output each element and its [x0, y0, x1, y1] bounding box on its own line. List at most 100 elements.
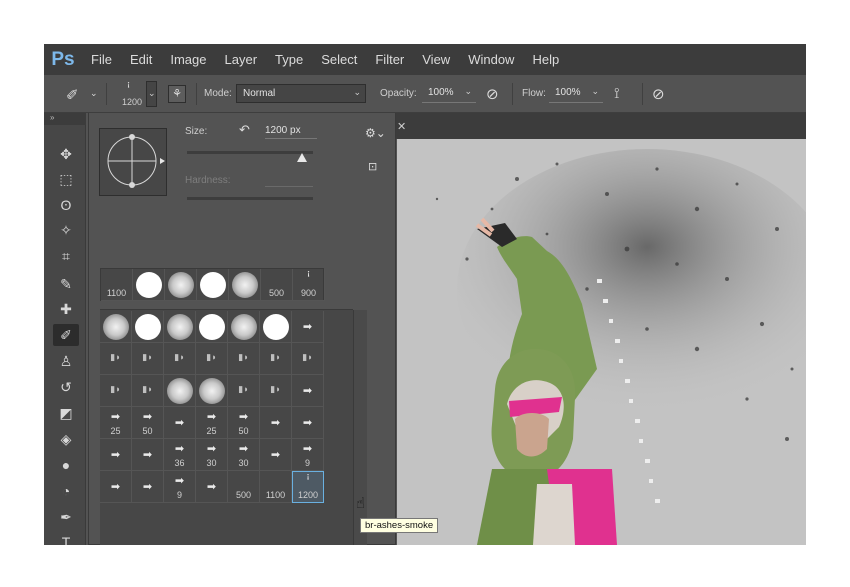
magic-wand-tool[interactable]: ✧: [53, 219, 79, 241]
recent-brush-4[interactable]: [229, 269, 261, 301]
move-tool[interactable]: ✥: [53, 143, 79, 165]
brush-preset-r3-c6[interactable]: ➡: [292, 407, 324, 439]
brush-preset-r2-c0[interactable]: ▮◗: [100, 375, 132, 407]
type-tool[interactable]: T: [53, 531, 79, 545]
eyedropper-tool[interactable]: ✎: [53, 273, 79, 295]
marquee-tool[interactable]: ⬚: [53, 168, 79, 190]
canvas-artwork: [397, 139, 806, 545]
dodge-tool[interactable]: ◔: [53, 480, 79, 502]
brush-preset-r5-c1[interactable]: ➡: [132, 471, 164, 503]
hardness-slider-track[interactable]: [187, 197, 313, 200]
brush-preset-r2-c2[interactable]: [164, 375, 196, 407]
brush-preset-r4-c0[interactable]: ➡: [100, 439, 132, 471]
menu-file[interactable]: File: [82, 52, 121, 67]
history-brush-tool[interactable]: ↺: [53, 376, 79, 398]
brush-preset-r5-c4[interactable]: 500: [228, 471, 260, 503]
brush-preset-r3-c1[interactable]: ➡ 50: [132, 407, 164, 439]
size-input[interactable]: 1200 px: [265, 125, 317, 139]
brush-preset-r2-c3[interactable]: [196, 375, 228, 407]
document-canvas[interactable]: [397, 139, 806, 545]
brush-preset-r5-c3[interactable]: ➡: [196, 471, 228, 503]
menu-window[interactable]: Window: [459, 52, 523, 67]
brush-picker-toggle[interactable]: ⌄: [146, 81, 157, 107]
brush-preset-r2-c4[interactable]: ▮◗: [228, 375, 260, 407]
brush-preset-r0-c1[interactable]: [132, 311, 164, 343]
collapse-panel-button[interactable]: »: [44, 113, 86, 125]
menu-edit[interactable]: Edit: [121, 52, 161, 67]
brush-preset-r3-c2[interactable]: ➡: [164, 407, 196, 439]
brush-preset-r0-c4[interactable]: [228, 311, 260, 343]
hardness-input[interactable]: [265, 186, 313, 187]
menu-help[interactable]: Help: [523, 52, 568, 67]
crop-tool[interactable]: ⌗: [53, 245, 79, 267]
brush-preset-r0-c6[interactable]: ➡: [292, 311, 324, 343]
brush-preset-r3-c0[interactable]: ➡ 25: [100, 407, 132, 439]
clone-stamp-tool[interactable]: ♙: [53, 350, 79, 372]
brush-preset-r4-c4[interactable]: ➡ 30: [228, 439, 260, 471]
brush-preset-r4-c6[interactable]: ➡ 9: [292, 439, 324, 471]
brush-preset-r4-c2[interactable]: ➡ 36: [164, 439, 196, 471]
brush-preset-r1-c5[interactable]: ▮◗: [260, 343, 292, 375]
recent-brush-3[interactable]: [197, 269, 229, 301]
recent-brush-1[interactable]: [133, 269, 165, 301]
brush-preset-r5-c0[interactable]: ➡: [100, 471, 132, 503]
menu-image[interactable]: Image: [161, 52, 215, 67]
airbrush-icon[interactable]: ⟟: [614, 85, 620, 102]
recent-brush-6[interactable]: ꜟ 900: [293, 269, 325, 301]
brush-size-readout[interactable]: 1200: [122, 97, 142, 107]
brush-preset-r2-c6[interactable]: ➡: [292, 375, 324, 407]
brush-preset-r2-c1[interactable]: ▮◗: [132, 375, 164, 407]
brush-tool[interactable]: ✐: [53, 324, 79, 346]
gear-icon[interactable]: ⚙⌄: [365, 126, 386, 140]
close-icon[interactable]: ✕: [397, 120, 406, 133]
flow-field[interactable]: 100% ⌄: [549, 84, 603, 103]
size-value: 1200 px: [265, 125, 301, 136]
brush-preset-r0-c3[interactable]: [196, 311, 228, 343]
brush-preset-r3-c5[interactable]: ➡: [260, 407, 292, 439]
recent-brush-2[interactable]: [165, 269, 197, 301]
brush-preset-r3-c3[interactable]: ➡ 25: [196, 407, 228, 439]
brush-preset-r3-c4[interactable]: ➡ 50: [228, 407, 260, 439]
brush-preset-r0-c5[interactable]: [260, 311, 292, 343]
menu-type[interactable]: Type: [266, 52, 312, 67]
size-slider-track[interactable]: [187, 151, 313, 154]
brush-panel-button[interactable]: ⚘: [168, 85, 186, 103]
menu-filter[interactable]: Filter: [366, 52, 413, 67]
pen-tool[interactable]: ✒: [53, 506, 79, 528]
brush-preset-r0-c2[interactable]: [164, 311, 196, 343]
opacity-field[interactable]: 100% ⌄: [422, 84, 476, 103]
brush-preset-r1-c4[interactable]: ▮◗: [228, 343, 260, 375]
menu-view[interactable]: View: [413, 52, 459, 67]
brush-preset-r5-c2[interactable]: ➡ 9: [164, 471, 196, 503]
brush-preset-r0-c0[interactable]: [100, 311, 132, 343]
pressure-opacity-icon[interactable]: ⊘: [486, 85, 499, 103]
recent-brush-0[interactable]: 1100: [101, 269, 133, 301]
brush-preset-r5-c5[interactable]: 1100: [260, 471, 292, 503]
chevron-down-icon[interactable]: ⌄: [90, 88, 98, 99]
brush-preset-r1-c0[interactable]: ▮◗: [100, 343, 132, 375]
brush-preset-icon[interactable]: ✐: [66, 86, 79, 104]
brush-preset-r2-c5[interactable]: ▮◗: [260, 375, 292, 407]
menu-layer[interactable]: Layer: [216, 52, 267, 67]
brush-preset-r4-c3[interactable]: ➡ 30: [196, 439, 228, 471]
brush-preset-r1-c2[interactable]: ▮◗: [164, 343, 196, 375]
healing-brush-tool[interactable]: ✚: [53, 298, 79, 320]
mode-dropdown[interactable]: Normal ⌄: [236, 84, 366, 103]
recent-brush-5[interactable]: 500: [261, 269, 293, 301]
brush-preset-r4-c1[interactable]: ➡: [132, 439, 164, 471]
new-preset-icon[interactable]: ⊡: [368, 160, 377, 173]
pressure-size-icon[interactable]: ⊘: [652, 85, 665, 103]
lasso-tool[interactable]: ʘ: [53, 194, 79, 216]
brush-preset-r1-c3[interactable]: ▮◗: [196, 343, 228, 375]
eraser-tool[interactable]: ◩: [53, 402, 79, 424]
paint-bucket-tool[interactable]: ◈: [53, 428, 79, 450]
size-slider-handle[interactable]: [297, 153, 307, 162]
menu-select[interactable]: Select: [312, 52, 366, 67]
brush-preset-r1-c6[interactable]: ▮◗: [292, 343, 324, 375]
brush-preset-r1-c1[interactable]: ▮◗: [132, 343, 164, 375]
reset-size-icon[interactable]: ↶: [239, 122, 250, 138]
brush-preset-r4-c5[interactable]: ➡: [260, 439, 292, 471]
brush-preset-r5-c6[interactable]: ꜟ 1200: [292, 471, 324, 503]
blur-tool[interactable]: ●: [53, 454, 79, 476]
brush-angle-preview[interactable]: [99, 128, 167, 196]
